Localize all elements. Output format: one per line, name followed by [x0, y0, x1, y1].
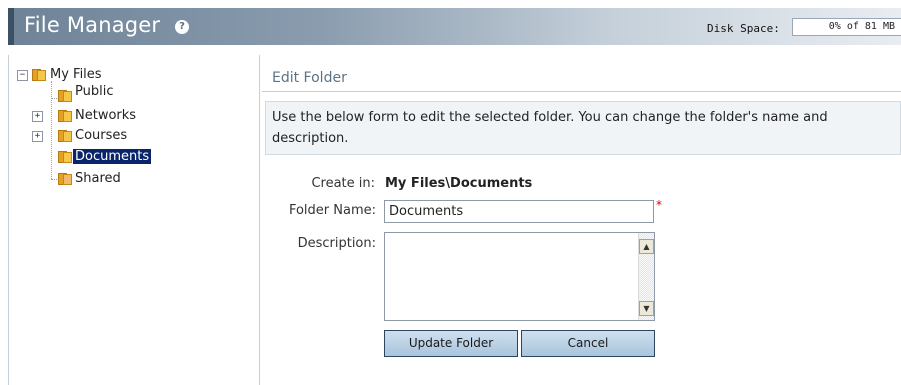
tree-item-label: Courses — [75, 128, 128, 143]
tree-item-label: Public — [75, 84, 114, 99]
tree-connector — [51, 81, 52, 179]
tree-item-label: Networks — [75, 108, 137, 123]
folder-tree-panel: − My Files Public + Networks + Courses D… — [8, 55, 260, 385]
expand-icon[interactable]: + — [32, 131, 43, 142]
help-icon[interactable]: ? — [175, 20, 189, 34]
create-in-label: Create in: — [311, 176, 375, 191]
scroll-down-icon[interactable]: ▼ — [639, 301, 654, 316]
folder-icon — [58, 109, 72, 122]
header-accent-bar — [8, 8, 14, 45]
app-title: File Manager — [24, 13, 161, 37]
shared-folder-icon — [58, 172, 72, 185]
update-folder-button[interactable]: Update Folder — [384, 330, 518, 357]
info-message: Use the below form to edit the selected … — [265, 101, 901, 155]
section-title: Edit Folder — [262, 66, 901, 92]
edit-folder-heading: Edit Folder — [272, 70, 347, 86]
tree-item-label: My Files — [50, 67, 102, 82]
required-indicator: * — [656, 198, 662, 212]
folder-name-input[interactable]: Documents — [384, 200, 654, 223]
expand-icon[interactable]: + — [32, 111, 43, 122]
description-label: Description: — [297, 236, 376, 251]
cancel-button[interactable]: Cancel — [521, 330, 655, 357]
scroll-up-icon[interactable]: ▲ — [639, 239, 654, 254]
folder-open-icon — [32, 68, 46, 81]
app-header: File Manager ? Disk Space: 0% of 81 MB — [8, 8, 901, 45]
collapse-icon[interactable]: − — [17, 70, 28, 81]
folder-icon — [58, 150, 72, 163]
tree-item-label: Shared — [75, 171, 121, 186]
description-textarea[interactable]: ▲ ▼ — [384, 232, 655, 321]
disk-space-value: 0% of 81 MB — [792, 18, 901, 36]
folder-icon — [58, 129, 72, 142]
tree-item-label-selected: Documents — [73, 149, 152, 164]
disk-space-label: Disk Space: — [707, 22, 780, 35]
create-in-value: My Files\Documents — [385, 176, 533, 191]
folder-icon — [58, 89, 72, 102]
folder-name-label: Folder Name: — [288, 203, 376, 218]
textarea-scrollbar[interactable]: ▲ ▼ — [638, 233, 654, 320]
